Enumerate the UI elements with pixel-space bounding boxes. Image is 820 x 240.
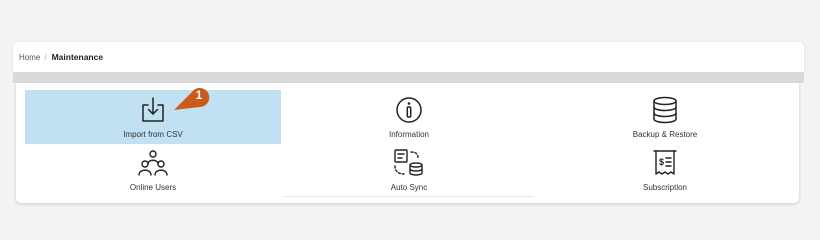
tile-online-users[interactable]: Online Users [25, 143, 281, 197]
tile-label: Information [388, 130, 430, 139]
info-icon [395, 96, 423, 124]
tile-auto-sync[interactable]: Auto Sync [281, 143, 537, 197]
breadcrumb: Home / Maintenance [13, 42, 804, 72]
tile-label: Import from CSV [123, 130, 183, 139]
database-icon [651, 96, 679, 124]
breadcrumb-current: Maintenance [51, 52, 104, 62]
users-icon [137, 149, 169, 177]
step-number: 1 [195, 88, 203, 102]
receipt-icon: $ [651, 149, 679, 177]
tile-import-from-csv[interactable]: Import from CSV [25, 90, 281, 144]
tile-label: Backup & Restore [632, 130, 698, 139]
sync-icon [393, 149, 425, 177]
divider [284, 196, 534, 197]
tile-information[interactable]: Information [281, 90, 537, 144]
tile-label: Auto Sync [390, 183, 428, 192]
import-icon [139, 96, 167, 124]
tile-subscription[interactable]: $ Subscription [537, 143, 793, 197]
maintenance-panel: Import from CSV Information Backup & Res… [16, 83, 799, 203]
breadcrumb-home-link[interactable]: Home [19, 53, 40, 62]
breadcrumb-separator: / [44, 52, 47, 62]
tile-label: Subscription [642, 183, 688, 192]
tile-backup-restore[interactable]: Backup & Restore [537, 90, 793, 144]
tile-label: Online Users [129, 183, 177, 192]
svg-text:$: $ [659, 157, 664, 167]
header-divider [13, 72, 804, 83]
